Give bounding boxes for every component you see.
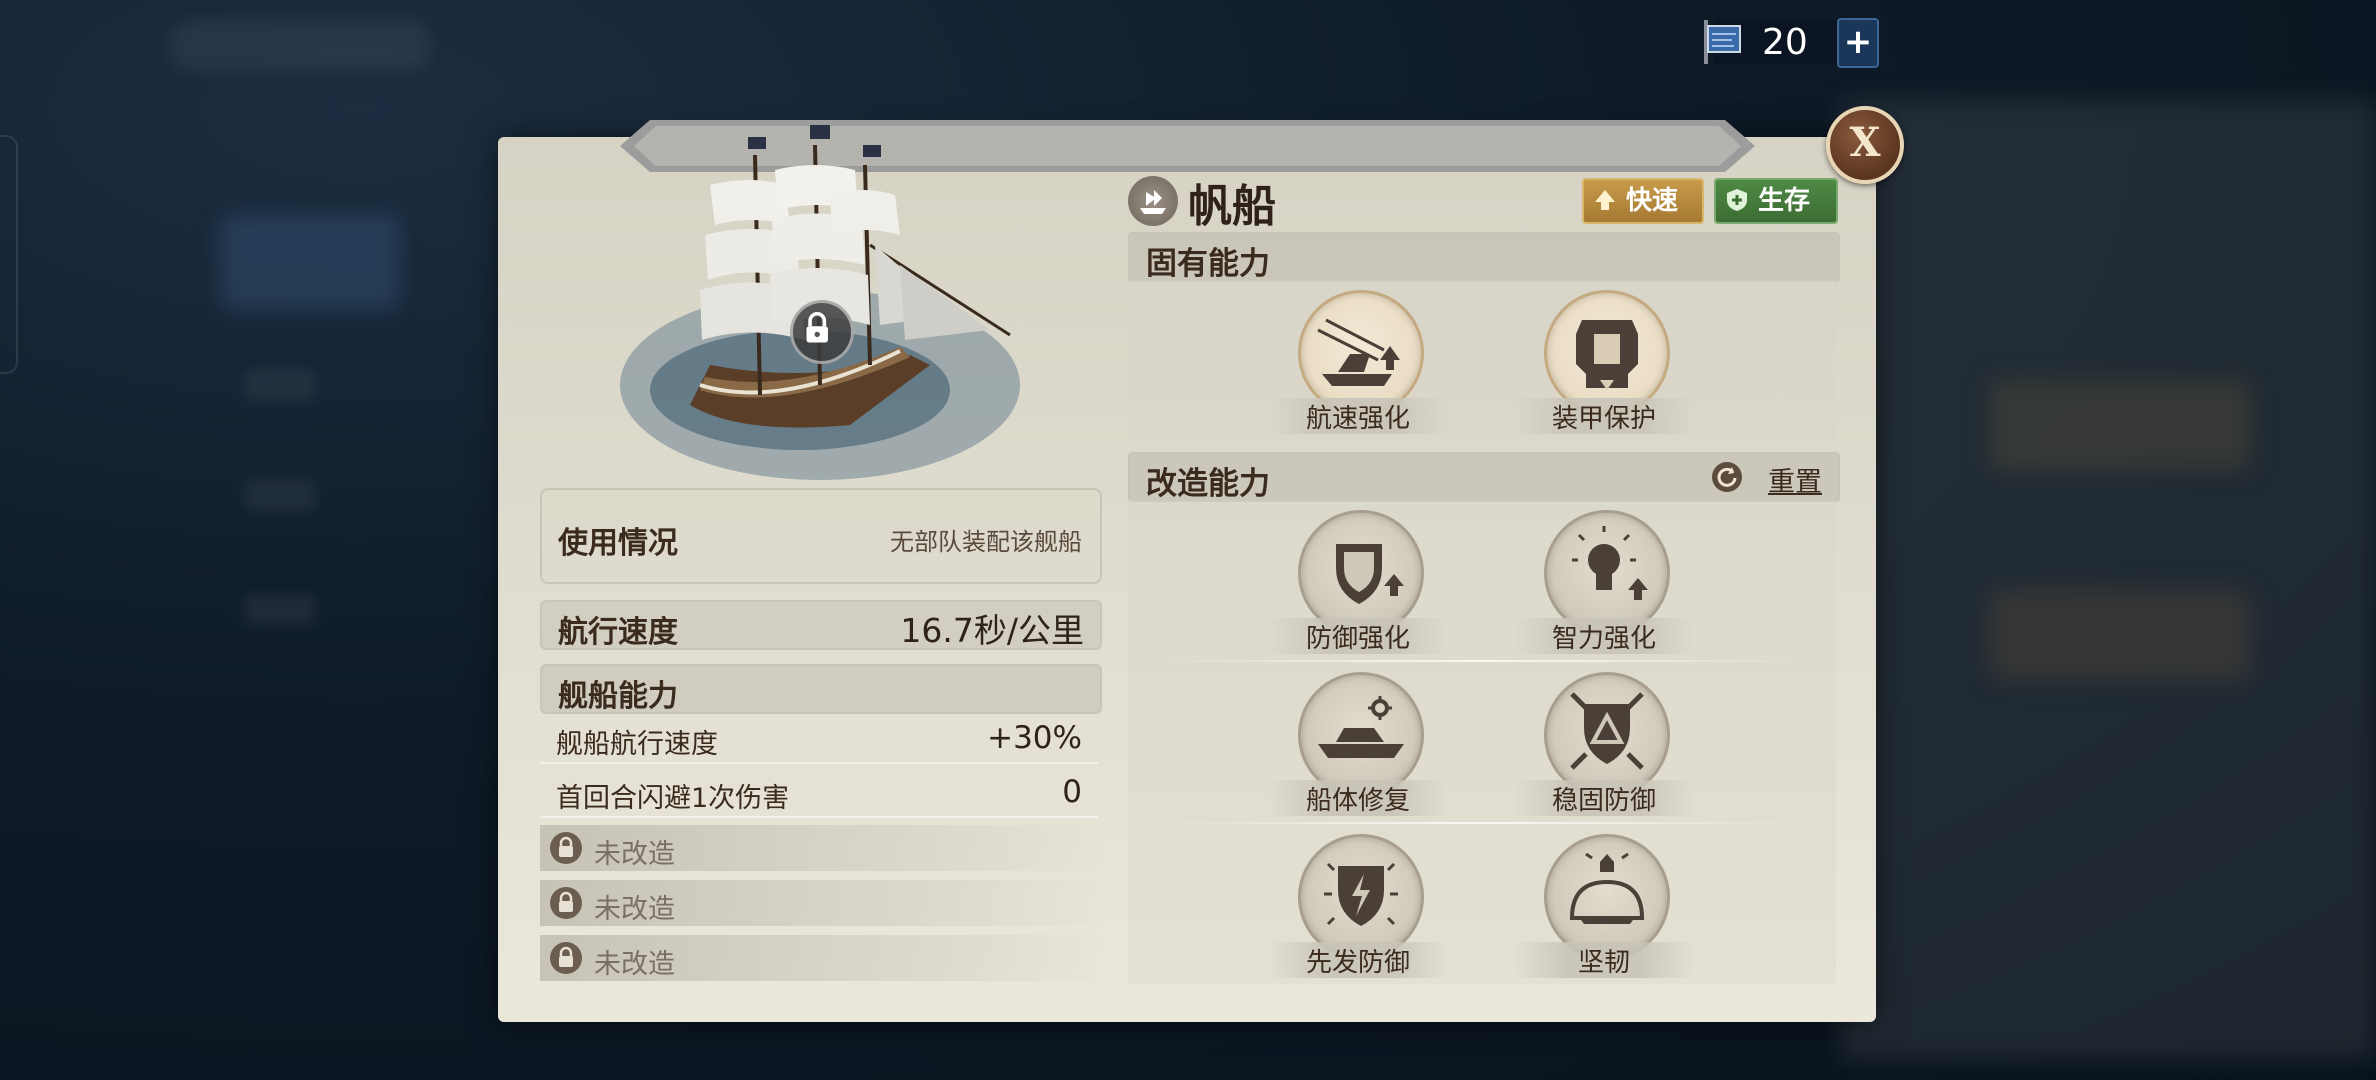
lock-icon bbox=[550, 887, 582, 919]
background-blur-right-panel bbox=[1840, 100, 2376, 1060]
usage-box: 使用情况 无部队装配该舰船 bbox=[540, 488, 1102, 584]
skill-first-strike-defense[interactable]: 先发防御 bbox=[1268, 834, 1448, 984]
skill-intellect-boost[interactable]: 智力强化 bbox=[1514, 510, 1694, 660]
stat-label: 舰船航行速度 bbox=[556, 729, 718, 760]
lock-icon bbox=[550, 832, 582, 864]
skill-armor-protect[interactable]: 装甲保护 bbox=[1514, 290, 1694, 440]
tag-fast: 快速 bbox=[1582, 178, 1704, 224]
skill-label: 船体修复 bbox=[1305, 786, 1410, 816]
currency-widget: 20 + bbox=[1700, 14, 1879, 70]
skill-label: 坚韧 bbox=[1577, 948, 1630, 978]
locked-label: 未改造 bbox=[594, 949, 675, 980]
locked-label: 未改造 bbox=[594, 894, 675, 925]
ship-abilities-header: 舰船能力 bbox=[540, 664, 1102, 714]
innate-abilities-body bbox=[1128, 280, 1836, 440]
skill-label: 稳固防御 bbox=[1551, 786, 1656, 816]
speed-row: 航行速度 16.7秒/公里 bbox=[540, 600, 1102, 650]
skill-label: 先发防御 bbox=[1305, 948, 1410, 978]
speed-value: 16.7秒/公里 bbox=[900, 611, 1084, 650]
ship-type-icon bbox=[1128, 176, 1178, 226]
stat-value: +30% bbox=[987, 720, 1082, 756]
background-blur-tab bbox=[220, 215, 400, 310]
innate-abilities-header: 固有能力 bbox=[1128, 232, 1840, 282]
modify-abilities-body bbox=[1128, 500, 1836, 984]
skill-steady-defense[interactable]: 稳固防御 bbox=[1514, 672, 1694, 822]
shield-plus-icon bbox=[1727, 189, 1747, 211]
divider bbox=[1160, 660, 1800, 662]
skill-label: 智力强化 bbox=[1551, 624, 1656, 654]
locked-slot[interactable]: 未改造 bbox=[540, 825, 1098, 871]
usage-value: 无部队装配该舰船 bbox=[890, 528, 1082, 556]
modify-abilities-header: 改造能力 重置 bbox=[1128, 452, 1840, 502]
tag-survive-label: 生存 bbox=[1758, 186, 1811, 216]
modify-abilities-title: 改造能力 bbox=[1146, 466, 1270, 502]
lock-icon bbox=[790, 300, 854, 364]
skill-tenacity[interactable]: 坚韧 bbox=[1514, 834, 1694, 984]
innate-abilities-title: 固有能力 bbox=[1146, 246, 1270, 282]
speed-label: 航行速度 bbox=[558, 615, 678, 650]
lock-icon bbox=[550, 942, 582, 974]
stat-value: 0 bbox=[1062, 774, 1082, 810]
background-blur-item bbox=[245, 480, 315, 510]
skill-label: 装甲保护 bbox=[1551, 404, 1656, 434]
divider bbox=[1160, 822, 1800, 824]
locked-slot[interactable]: 未改造 bbox=[540, 935, 1098, 981]
background-blur-right-item bbox=[1990, 380, 2250, 470]
stat-row: 舰船航行速度 +30% bbox=[540, 712, 1098, 764]
tag-survive: 生存 bbox=[1714, 178, 1838, 224]
background-blur-item bbox=[245, 370, 315, 400]
locked-slot[interactable]: 未改造 bbox=[540, 880, 1098, 926]
background-blur-header bbox=[170, 20, 430, 70]
skill-hull-repair[interactable]: 船体修复 bbox=[1268, 672, 1448, 822]
stat-row: 首回合闪避1次伤害 0 bbox=[540, 766, 1098, 818]
currency-value: 20 bbox=[1762, 22, 1808, 63]
reset-button[interactable]: 重置 bbox=[1768, 460, 1822, 499]
skill-label: 防御强化 bbox=[1305, 624, 1410, 654]
flag-icon bbox=[1704, 20, 1741, 64]
close-button[interactable]: X bbox=[1826, 106, 1904, 184]
left-edge-frame bbox=[0, 135, 18, 374]
tag-fast-label: 快速 bbox=[1626, 186, 1679, 216]
ship-name: 帆船 bbox=[1188, 181, 1276, 232]
locked-label: 未改造 bbox=[594, 839, 675, 870]
skill-defense-boost[interactable]: 防御强化 bbox=[1268, 510, 1448, 660]
skill-label: 航速强化 bbox=[1305, 404, 1410, 434]
background-blur-item bbox=[245, 595, 315, 625]
reset-icon[interactable] bbox=[1712, 462, 1742, 492]
add-currency-button[interactable]: + bbox=[1837, 18, 1879, 68]
stat-label: 首回合闪避1次伤害 bbox=[556, 783, 790, 814]
usage-label: 使用情况 bbox=[558, 526, 678, 561]
ship-abilities-title: 舰船能力 bbox=[558, 679, 678, 714]
speed-up-icon bbox=[1595, 190, 1615, 210]
background-blur-right-item bbox=[1990, 590, 2250, 680]
skill-speed-boost[interactable]: 航速强化 bbox=[1268, 290, 1448, 440]
